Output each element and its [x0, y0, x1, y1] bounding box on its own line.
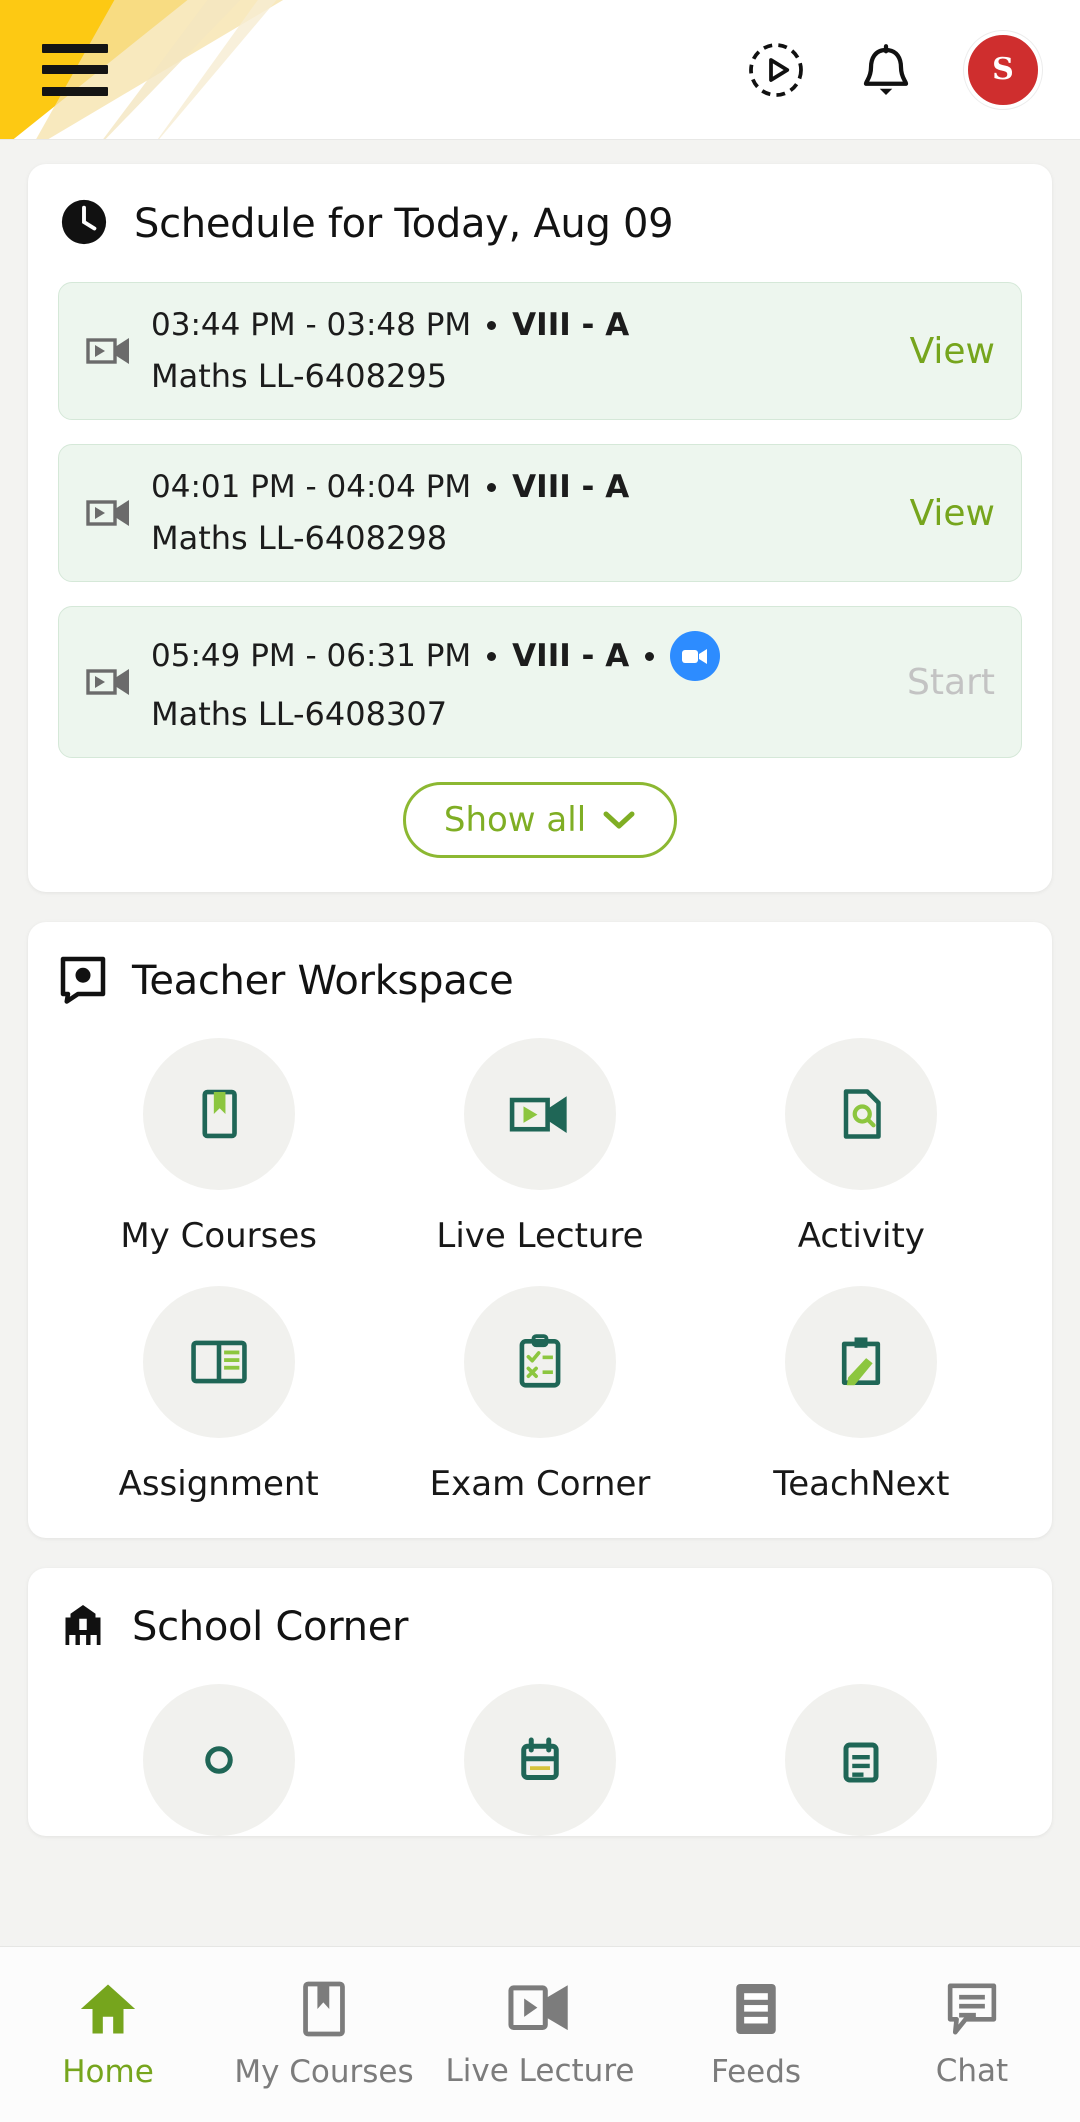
schedule-row[interactable]: 03:44 PM - 03:48 PM VIII - A Maths LL-64… [58, 282, 1022, 420]
nav-item-home[interactable]: Home [0, 1980, 216, 2090]
clock-icon [58, 196, 110, 252]
schedule-time: 05:49 PM - 06:31 PM [151, 638, 472, 674]
book-open-lines-icon [142, 1286, 295, 1438]
schedule-grade: VIII - A [512, 638, 630, 674]
school-building-icon [58, 1600, 108, 1654]
show-all-row: Show all [58, 782, 1022, 858]
teacher-workspace-card: Teacher Workspace My Courses Live Lectur… [28, 922, 1052, 1538]
schedule-row-meta: 05:49 PM - 06:31 PM VIII - A [151, 631, 889, 681]
schedule-grade: VIII - A [512, 469, 630, 505]
schedule-subject: Maths LL-6408295 [151, 357, 448, 395]
zoom-meeting-icon[interactable] [670, 631, 721, 681]
workspace-tile-live-lecture[interactable]: Live Lecture [379, 1038, 700, 1256]
workspace-tile-label: Exam Corner [429, 1464, 651, 1504]
nav-label: Feeds [710, 2053, 802, 2090]
nav-item-my-courses[interactable]: My Courses [216, 1980, 432, 2090]
show-all-button[interactable]: Show all [402, 782, 678, 858]
app-screen: S Schedule for Today, Aug 09 03:44 PM - … [0, 0, 1080, 2122]
calendar-icon [463, 1684, 616, 1836]
video-camera-icon [81, 495, 137, 531]
school-corner-tile[interactable] [379, 1684, 700, 1836]
separator-dot [487, 320, 497, 330]
video-camera-icon [81, 664, 137, 700]
clipboard-check-cross-icon [463, 1286, 616, 1438]
schedule-start-button[interactable]: Start [907, 662, 995, 703]
schedule-row-meta: 04:01 PM - 04:04 PM VIII - A [151, 469, 892, 505]
workspace-tile-my-courses[interactable]: My Courses [58, 1038, 379, 1256]
hamburger-menu-icon[interactable] [42, 43, 108, 96]
separator-dot [487, 482, 497, 492]
schedule-grade: VIII - A [512, 307, 630, 343]
nav-label: My Courses [234, 2053, 414, 2090]
workspace-tile-exam-corner[interactable]: Exam Corner [379, 1286, 700, 1504]
nav-item-live-lecture[interactable]: Live Lecture [432, 1981, 648, 2089]
book-bookmark-icon [142, 1038, 295, 1190]
chat-bubble-icon [947, 1983, 997, 2034]
schedule-subject: Maths LL-6408298 [151, 519, 448, 557]
workspace-tile-label: Live Lecture [436, 1216, 644, 1256]
schedule-row[interactable]: 04:01 PM - 04:04 PM VIII - A Maths LL-64… [58, 444, 1022, 582]
schedule-card: Schedule for Today, Aug 09 03:44 PM - 03… [28, 164, 1052, 892]
avatar[interactable]: S [964, 30, 1042, 109]
home-icon [80, 1983, 136, 2034]
schedule-card-header: Schedule for Today, Aug 09 [58, 196, 1022, 252]
schedule-subject: Maths LL-6408307 [151, 695, 448, 733]
nav-label: Chat [935, 2052, 1009, 2089]
video-camera-icon [508, 1984, 568, 2030]
scroll-content: Schedule for Today, Aug 09 03:44 PM - 03… [0, 140, 1080, 1946]
nav-label: Live Lecture [445, 2052, 635, 2089]
workspace-board-icon [58, 954, 108, 1008]
workspace-tile-teachnext[interactable]: TeachNext [701, 1286, 1022, 1504]
workspace-tile-activity[interactable]: Activity [701, 1038, 1022, 1256]
feeds-list-icon [736, 1983, 776, 2034]
circle-outline-icon [142, 1684, 295, 1836]
book-bookmark-icon [303, 1981, 345, 2036]
nav-item-feeds[interactable]: Feeds [648, 1980, 864, 2090]
separator-dot [645, 651, 655, 661]
bottom-navigation: Home My Courses Live Lecture Feeds Chat [0, 1946, 1080, 2122]
school-corner-tile[interactable] [58, 1684, 379, 1836]
schedule-row-meta: 03:44 PM - 03:48 PM VIII - A [151, 307, 892, 343]
workspace-tile-label: Assignment [118, 1464, 319, 1504]
notification-bell-icon[interactable] [854, 38, 918, 102]
schedule-view-button[interactable]: View [910, 493, 995, 534]
school-corner-card: School Corner [28, 1568, 1052, 1836]
workspace-card-header: Teacher Workspace [58, 954, 1022, 1008]
header-actions: S [744, 30, 1042, 109]
workspace-grid: My Courses Live Lecture Activity Assignm… [58, 1038, 1022, 1504]
school-corner-title: School Corner [132, 1604, 409, 1650]
video-camera-icon [463, 1038, 616, 1190]
schedule-row-body: 04:01 PM - 04:04 PM VIII - A Maths LL-64… [151, 469, 892, 557]
page-title: Schedule for Today, Aug 09 [134, 201, 674, 247]
school-corner-header: School Corner [58, 1600, 1022, 1654]
play-circle-dashed-icon[interactable] [744, 38, 808, 102]
workspace-tile-label: Activity [797, 1216, 925, 1256]
workspace-title: Teacher Workspace [132, 958, 514, 1004]
schedule-time: 03:44 PM - 03:48 PM [151, 307, 472, 343]
schedule-row-body: 05:49 PM - 06:31 PM VIII - A Maths LL-64… [151, 631, 889, 733]
nav-label: Home [62, 2053, 154, 2090]
schedule-row[interactable]: 05:49 PM - 06:31 PM VIII - A Maths LL-64… [58, 606, 1022, 758]
workspace-tile-label: My Courses [120, 1216, 317, 1256]
schedule-time: 04:01 PM - 04:04 PM [151, 469, 472, 505]
workspace-tile-assignment[interactable]: Assignment [58, 1286, 379, 1504]
video-camera-icon [81, 333, 137, 369]
schedule-row-body: 03:44 PM - 03:48 PM VIII - A Maths LL-64… [151, 307, 892, 395]
schedule-view-button[interactable]: View [910, 331, 995, 372]
school-corner-grid [58, 1684, 1022, 1836]
clipboard-pen-icon [785, 1286, 938, 1438]
app-header: S [0, 0, 1080, 140]
separator-dot [487, 651, 497, 661]
show-all-label: Show all [443, 800, 587, 840]
nav-item-chat[interactable]: Chat [864, 1981, 1080, 2089]
workspace-tile-label: TeachNext [773, 1464, 950, 1504]
news-document-icon [785, 1684, 938, 1836]
chevron-down-icon [603, 811, 635, 829]
school-corner-tile[interactable] [701, 1684, 1022, 1836]
document-search-icon [785, 1038, 938, 1190]
